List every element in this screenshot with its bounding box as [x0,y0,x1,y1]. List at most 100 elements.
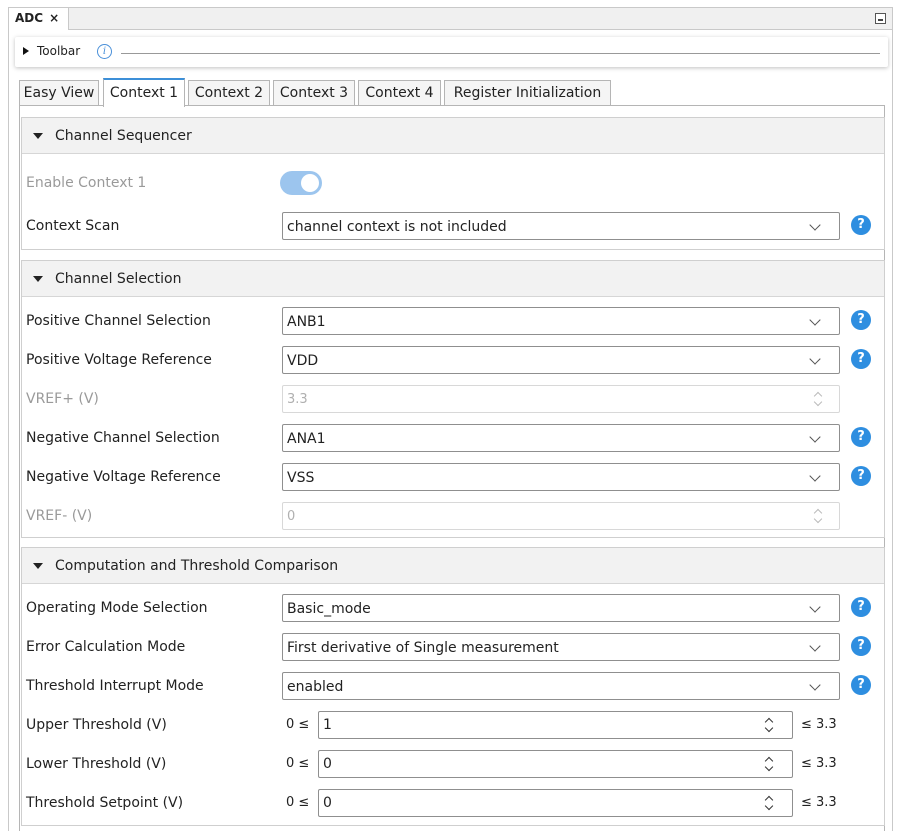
window-header: ADC × [8,7,893,30]
collapse-triangle-icon[interactable] [33,563,43,569]
select-value: ANA1 [287,431,326,447]
window-tab-adc[interactable]: ADC × [9,8,69,30]
help-icon[interactable]: ? [851,427,871,447]
context-scan-select[interactable]: channel context is not included [282,212,840,240]
negative-channel-select[interactable]: ANA1 [282,424,840,452]
section-title: Channel Sequencer [55,128,192,144]
positive-channel-select[interactable]: ANB1 [282,307,840,335]
operating-mode-select[interactable]: Basic_mode [282,594,840,622]
section-channel-selection: Channel Selection Positive Channel Selec… [21,260,885,538]
toolbar-divider [121,53,880,54]
lower-threshold-label: Lower Threshold (V) [26,756,167,772]
select-value: VDD [287,353,319,369]
range-min-label: 0 ≤ [286,717,310,732]
upper-threshold-label: Upper Threshold (V) [26,717,167,733]
lower-threshold-input[interactable]: 0 [318,750,793,778]
positive-reference-label: Positive Voltage Reference [26,352,212,368]
help-icon[interactable]: ? [851,675,871,695]
error-calculation-label: Error Calculation Mode [26,639,186,655]
window-body: Toolbar i Easy View Context 1 Context 2 … [8,30,893,831]
input-value: 1 [323,717,332,733]
info-icon[interactable]: i [97,44,112,59]
tab-context-4[interactable]: Context 4 [358,80,441,105]
row-vref-minus: VREF- (V) 0 [22,501,884,531]
context-scan-label: Context Scan [26,218,120,234]
threshold-interrupt-label: Threshold Interrupt Mode [26,678,204,694]
positive-reference-select[interactable]: VDD [282,346,840,374]
negative-channel-label: Negative Channel Selection [26,430,220,446]
upper-threshold-input[interactable]: 1 [318,711,793,739]
section-title: Computation and Threshold Comparison [55,558,339,574]
select-value: First derivative of Single measurement [287,640,559,656]
decrement-icon[interactable] [764,801,774,811]
spinner-value: 3.3 [287,392,308,407]
chevron-down-icon [809,470,821,482]
range-max-label: ≤ 3.3 [801,795,837,810]
positive-channel-label: Positive Channel Selection [26,313,211,329]
row-context-scan: Context Scan channel context is not incl… [22,211,884,241]
toolbar-label[interactable]: Toolbar [37,44,80,58]
close-icon[interactable]: × [49,11,59,25]
help-icon[interactable]: ? [851,636,871,656]
window-tab-label: ADC [15,11,44,25]
select-value: channel context is not included [287,219,507,235]
help-icon[interactable]: ? [851,466,871,486]
help-icon[interactable]: ? [851,597,871,617]
tab-register-initialization[interactable]: Register Initialization [444,80,611,105]
chevron-down-icon [809,314,821,326]
select-value: enabled [287,679,344,695]
help-icon[interactable]: ? [851,310,871,330]
range-max-label: ≤ 3.3 [801,717,837,732]
tab-easy-view[interactable]: Easy View [19,80,99,105]
collapse-triangle-icon[interactable] [33,133,43,139]
enable-context-label: Enable Context 1 [26,175,147,191]
row-error-calculation: Error Calculation Mode First derivative … [22,632,884,662]
expand-triangle-icon[interactable] [23,47,29,55]
row-positive-reference: Positive Voltage Reference VDD ? [22,345,884,375]
chevron-down-icon [809,219,821,231]
row-upper-threshold: Upper Threshold (V) 0 ≤ 1 ≤ 3.3 [22,710,884,740]
negative-reference-label: Negative Voltage Reference [26,469,221,485]
threshold-setpoint-input[interactable]: 0 [318,789,793,817]
negative-reference-select[interactable]: VSS [282,463,840,491]
decrement-icon[interactable] [764,762,774,772]
section-computation: Computation and Threshold Comparison Ope… [21,547,885,826]
tab-context-1[interactable]: Context 1 [103,78,185,107]
help-icon[interactable]: ? [851,349,871,369]
range-min-label: 0 ≤ [286,756,310,771]
vref-plus-label: VREF+ (V) [26,391,99,407]
collapse-triangle-icon[interactable] [33,276,43,282]
section-header[interactable]: Computation and Threshold Comparison [22,548,884,584]
chevron-down-icon [809,679,821,691]
section-header[interactable]: Channel Sequencer [22,118,884,154]
toggle-knob [301,174,319,192]
threshold-setpoint-label: Threshold Setpoint (V) [26,795,184,811]
decrement-icon[interactable] [764,723,774,733]
chevron-down-icon [813,514,823,524]
enable-context-toggle[interactable] [280,171,322,195]
row-threshold-interrupt: Threshold Interrupt Mode enabled ? [22,671,884,701]
row-enable-context: Enable Context 1 [22,168,884,198]
row-positive-channel: Positive Channel Selection ANB1 ? [22,306,884,336]
threshold-interrupt-select[interactable]: enabled [282,672,840,700]
minimize-icon[interactable] [875,13,886,24]
row-negative-channel: Negative Channel Selection ANA1 ? [22,423,884,453]
section-header[interactable]: Channel Selection [22,261,884,297]
vref-minus-spinner: 0 [282,502,840,530]
tab-context-2[interactable]: Context 2 [188,80,270,105]
input-value: 0 [323,756,332,772]
select-value: ANB1 [287,314,326,330]
toolbar: Toolbar i [15,37,888,67]
error-calculation-select[interactable]: First derivative of Single measurement [282,633,840,661]
section-channel-sequencer: Channel Sequencer Enable Context 1 Conte… [21,117,885,250]
tab-context-3[interactable]: Context 3 [273,80,355,105]
chevron-down-icon [813,397,823,407]
row-vref-plus: VREF+ (V) 3.3 [22,384,884,414]
row-operating-mode: Operating Mode Selection Basic_mode ? [22,593,884,623]
chevron-down-icon [809,640,821,652]
section-title: Channel Selection [55,271,182,287]
select-value: VSS [287,470,315,486]
help-icon[interactable]: ? [851,215,871,235]
spinner-value: 0 [287,509,296,524]
select-value: Basic_mode [287,601,371,617]
